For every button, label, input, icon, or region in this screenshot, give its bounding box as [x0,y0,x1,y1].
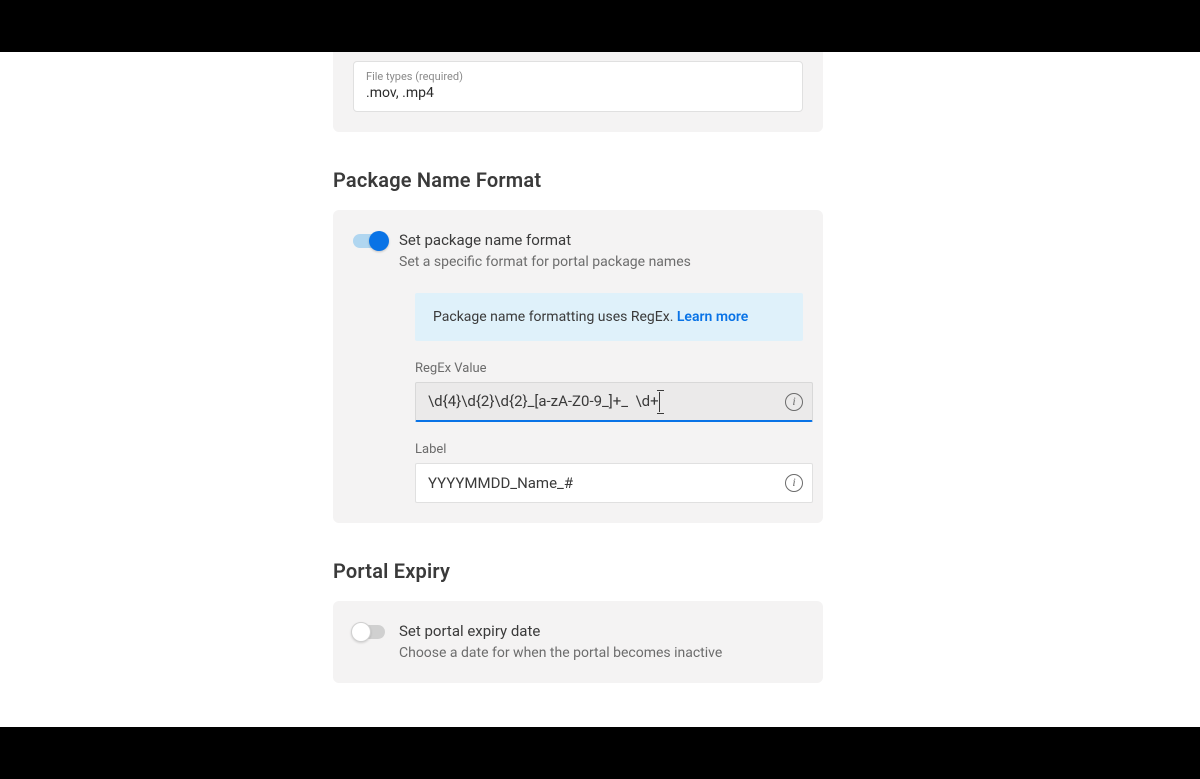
info-icon[interactable]: i [785,393,803,411]
file-types-card: Allow only specific file types i File ty… [333,52,823,132]
regex-input[interactable] [415,382,813,422]
package-name-section-title: Package Name Format [333,168,823,192]
regex-input-wrap: i [415,382,813,422]
regex-info-text: Package name formatting uses RegEx. [433,309,677,325]
package-name-card: Set package name format Set a specific f… [333,210,823,523]
letterbox-top [0,0,1200,52]
toggle-knob [351,622,371,642]
label-field-label: Label [415,442,803,457]
package-name-toggle[interactable] [353,234,385,248]
label-input[interactable] [415,463,813,503]
regex-info-banner: Package name formatting uses RegEx. Lear… [415,293,803,341]
file-types-field[interactable]: File types (required) .mov, .mp4 [353,61,803,112]
file-types-value: .mov, .mp4 [366,85,790,101]
portal-expiry-section-title: Portal Expiry [333,559,823,583]
label-input-wrap: i [415,463,813,503]
package-name-toggle-desc: Set a specific format for portal package… [399,253,691,273]
portal-expiry-toggle-label: Set portal expiry date [399,621,540,642]
portal-expiry-toggle[interactable] [353,625,385,639]
regex-field-label: RegEx Value [415,361,803,376]
file-types-field-label: File types (required) [366,70,790,83]
portal-expiry-toggle-desc: Choose a date for when the portal become… [399,644,722,664]
info-icon[interactable]: i [785,474,803,492]
settings-panel: Allow only specific file types i File ty… [0,52,1200,727]
learn-more-link[interactable]: Learn more [677,309,748,325]
toggle-knob [369,231,389,251]
portal-expiry-card: Set portal expiry date Choose a date for… [333,601,823,684]
letterbox-bottom [0,727,1200,779]
package-name-toggle-label: Set package name format [399,230,571,251]
